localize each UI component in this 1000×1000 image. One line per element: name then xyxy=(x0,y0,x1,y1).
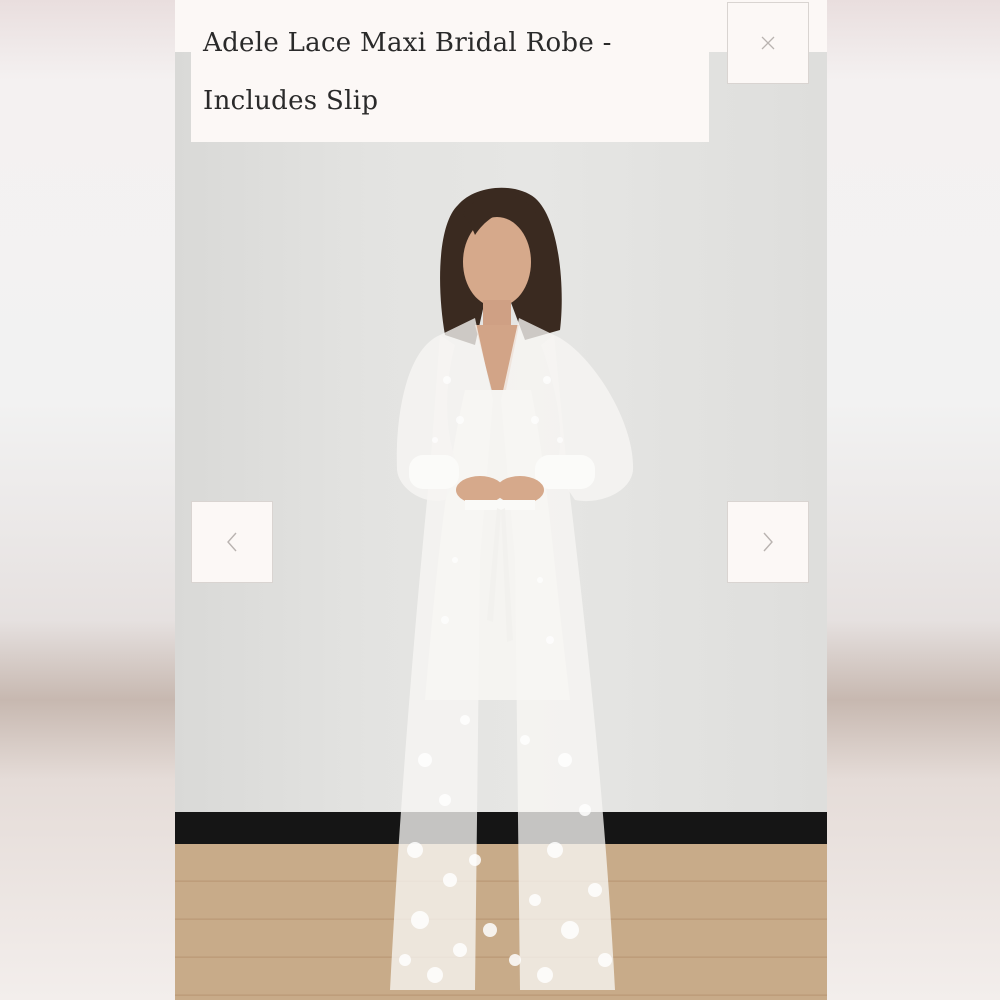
product-title-panel: Adele Lace Maxi Bridal Robe - Includes S… xyxy=(191,0,709,142)
product-photo-model xyxy=(390,187,634,990)
chevron-right-icon xyxy=(763,532,773,552)
next-image-button[interactable] xyxy=(727,501,809,583)
close-icon xyxy=(761,36,775,50)
left-backdrop xyxy=(0,0,175,1000)
close-button[interactable] xyxy=(727,2,809,84)
product-title-line-1: Adele Lace Maxi Bridal Robe - xyxy=(203,28,612,58)
product-image-viewer[interactable] xyxy=(175,0,827,1000)
previous-image-button[interactable] xyxy=(191,501,273,583)
product-title-line-2: Includes Slip xyxy=(203,86,379,116)
right-backdrop xyxy=(827,0,1000,1000)
chevron-left-icon xyxy=(227,532,237,552)
product-title: Adele Lace Maxi Bridal Robe - Includes S… xyxy=(203,14,697,130)
